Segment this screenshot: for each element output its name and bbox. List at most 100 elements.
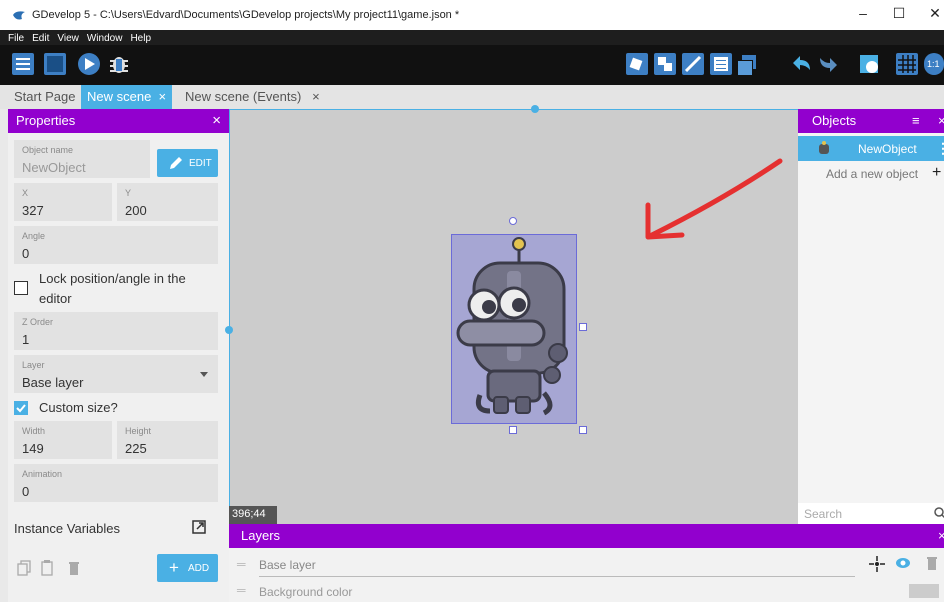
object-groups-icon[interactable] — [654, 53, 676, 75]
editor-tabs: Start Page New scene × New scene (Events… — [0, 85, 944, 109]
layer-effects-icon[interactable] — [869, 556, 885, 572]
object-search-input[interactable]: Search — [798, 503, 944, 524]
resize-handle-bottom-right[interactable] — [579, 426, 587, 434]
edit-object-button[interactable]: EDIT — [157, 149, 218, 177]
layer-row[interactable]: ═ Base layer — [229, 554, 944, 577]
field-label: Height — [125, 426, 152, 436]
background-color-label: Background color — [259, 585, 353, 599]
preview-icon[interactable] — [78, 53, 100, 75]
close-tab-icon[interactable]: × — [312, 89, 320, 104]
angle-value: 0 — [22, 246, 30, 261]
tab-start-page[interactable]: Start Page — [8, 85, 81, 109]
properties-panel: Properties × Object name NewObject EDIT … — [8, 109, 229, 602]
add-label: ADD — [188, 563, 210, 574]
objects-header: Objects ≡ × — [798, 109, 944, 133]
close-panel-icon[interactable]: × — [938, 524, 944, 548]
tab-new-scene-events[interactable]: New scene (Events) × — [179, 85, 326, 109]
settings-icon[interactable] — [858, 53, 880, 75]
layers-icon[interactable] — [736, 53, 758, 76]
lock-position-checkbox[interactable] — [14, 281, 28, 295]
drag-handle-icon[interactable]: ═ — [237, 557, 246, 571]
minimize-button[interactable]: – — [848, 5, 878, 21]
filter-icon[interactable]: ≡ — [912, 109, 920, 133]
background-color-row[interactable]: ═ Background color — [229, 580, 944, 602]
scene-boundary-left — [229, 109, 230, 524]
layers-header: Layers × — [229, 524, 944, 548]
tab-new-scene[interactable]: New scene × — [81, 85, 173, 109]
close-window-button[interactable]: ✕ — [920, 5, 944, 22]
z-order-field[interactable]: Z Order 1 — [14, 312, 218, 350]
menu-file[interactable]: File — [8, 31, 24, 46]
width-field[interactable]: Width 149 — [14, 421, 112, 459]
menu-window[interactable]: Window — [87, 31, 123, 46]
close-panel-icon[interactable]: × — [938, 109, 944, 133]
resize-handle-bottom[interactable] — [509, 426, 517, 434]
add-new-object-link[interactable]: Add a new object — [826, 167, 918, 181]
close-tab-icon[interactable]: × — [159, 89, 167, 104]
add-variable-button[interactable]: + ADD — [157, 554, 218, 582]
selected-instance[interactable] — [451, 234, 577, 424]
add-object-icon[interactable]: + — [932, 164, 941, 182]
debug-icon[interactable] — [108, 53, 130, 75]
properties-icon[interactable] — [682, 53, 704, 75]
red-arrow-annotation — [645, 158, 783, 240]
robot-thumbnail-icon — [819, 141, 829, 154]
instance-variables-label: Instance Variables — [14, 521, 120, 536]
robot-sprite — [456, 237, 568, 416]
menu-help[interactable]: Help — [130, 31, 151, 46]
properties-header: Properties × — [8, 109, 229, 133]
width-value: 149 — [22, 441, 44, 456]
plus-icon: + — [169, 558, 179, 577]
layer-select[interactable]: Layer Base layer — [14, 355, 218, 393]
height-field[interactable]: Height 225 — [117, 421, 218, 459]
project-manager-icon[interactable] — [12, 53, 34, 75]
rotate-handle[interactable] — [509, 217, 517, 225]
y-value: 200 — [125, 203, 147, 218]
paste-icon[interactable] — [41, 560, 53, 576]
animation-field[interactable]: Animation 0 — [14, 464, 218, 502]
scene-icon[interactable] — [44, 53, 66, 75]
layer-value: Base layer — [22, 375, 84, 390]
drag-handle-icon: ═ — [237, 583, 246, 597]
tab-label: Start Page — [14, 89, 76, 104]
field-label: Object name — [22, 145, 74, 155]
window-title: GDevelop 5 - C:\Users\Edvard\Documents\G… — [32, 9, 460, 21]
object-list-item[interactable]: NewObject ⋮ — [798, 136, 944, 161]
resize-handle-left[interactable] — [225, 326, 233, 334]
title-bar: GDevelop 5 - C:\Users\Edvard\Documents\G… — [0, 0, 944, 30]
object-editor-icon[interactable] — [626, 53, 648, 75]
layer-name-underline — [259, 576, 855, 577]
background-color-swatch[interactable] — [909, 584, 939, 598]
resize-handle-right[interactable] — [579, 323, 587, 331]
object-name: NewObject — [858, 142, 917, 156]
x-value: 327 — [22, 203, 44, 218]
custom-size-checkbox[interactable] — [14, 401, 28, 415]
resize-handle-top[interactable] — [531, 105, 539, 113]
more-options-icon[interactable]: ⋮ — [936, 140, 944, 157]
scene-canvas[interactable]: 396;44 — [225, 105, 798, 524]
y-field[interactable]: Y 200 — [117, 183, 218, 221]
lock-position-label: Lock position/angle in the — [39, 271, 186, 286]
undo-icon[interactable] — [790, 53, 812, 75]
delete-layer-icon[interactable] — [927, 556, 937, 570]
visibility-eye-icon[interactable] — [895, 557, 911, 569]
custom-size-label: Custom size? — [39, 400, 118, 415]
toolbar: 1:1 — [0, 45, 944, 85]
coords-text: 396;44 — [232, 508, 266, 520]
menu-edit[interactable]: Edit — [32, 31, 49, 46]
tab-label: New scene — [87, 89, 152, 104]
instances-list-icon[interactable] — [710, 53, 732, 75]
delete-icon[interactable] — [69, 561, 79, 575]
menu-view[interactable]: View — [57, 31, 79, 46]
redo-icon[interactable] — [818, 53, 840, 75]
menu-bar: File Edit View Window Help — [0, 30, 944, 45]
angle-field[interactable]: Angle 0 — [14, 226, 218, 264]
x-field[interactable]: X 327 — [14, 183, 112, 221]
zoom-reset-icon[interactable]: 1:1 — [924, 53, 944, 75]
grid-icon[interactable] — [896, 53, 918, 75]
field-label: Width — [22, 426, 46, 436]
copy-icon[interactable] — [17, 560, 31, 576]
close-panel-icon[interactable]: × — [212, 109, 221, 133]
maximize-button[interactable]: ☐ — [884, 5, 914, 22]
open-external-icon[interactable] — [192, 520, 206, 534]
